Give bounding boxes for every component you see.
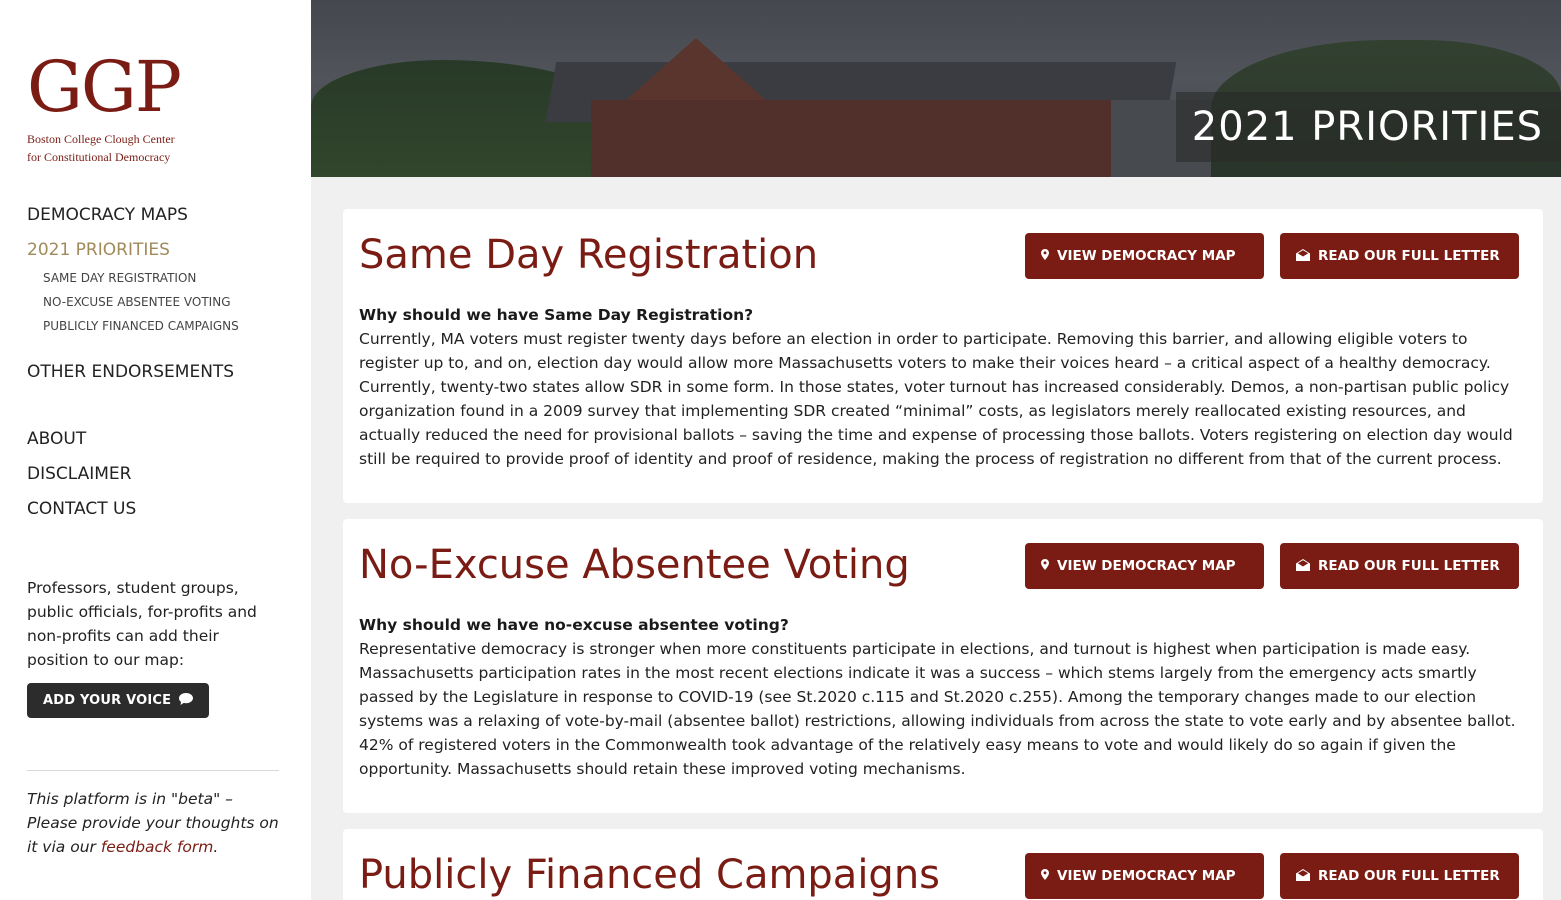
nav-contact-us[interactable]: CONTACT US xyxy=(27,497,287,521)
nav-2021-priorities[interactable]: 2021 PRIORITIES xyxy=(27,238,287,262)
nav-other-endorsements[interactable]: OTHER ENDORSEMENTS xyxy=(27,360,287,384)
view-democracy-map-button[interactable]: VIEW DEMOCRACY MAP xyxy=(1025,853,1264,899)
beta-notice-end: . xyxy=(213,838,219,856)
beta-notice: This platform is in "beta" – Please prov… xyxy=(27,787,281,859)
view-democracy-map-button[interactable]: VIEW DEMOCRACY MAP xyxy=(1025,543,1264,589)
feedback-form-link[interactable]: feedback form xyxy=(101,838,214,856)
view-democracy-map-label: VIEW DEMOCRACY MAP xyxy=(1057,248,1236,264)
nav-sub-publicly-financed-campaigns[interactable]: PUBLICLY FINANCED CAMPAIGNS xyxy=(43,314,287,338)
card-title: Publicly Financed Campaigns xyxy=(359,852,941,898)
priority-card-same-day-registration: Same Day Registration VIEW DEMOCRACY MAP… xyxy=(343,209,1543,503)
read-full-letter-button[interactable]: READ OUR FULL LETTER xyxy=(1280,853,1519,899)
map-pin-icon xyxy=(1041,869,1049,883)
read-full-letter-label: READ OUR FULL LETTER xyxy=(1318,868,1500,884)
header-banner: 2021 PRIORITIES xyxy=(311,0,1561,177)
logo-subtitle-line1: Boston College Clough Center xyxy=(27,132,175,146)
card-body: Representative democracy is stronger whe… xyxy=(359,640,1516,778)
add-voice-promo-text: Professors, student groups, public offic… xyxy=(27,579,257,669)
read-full-letter-label: READ OUR FULL LETTER xyxy=(1318,248,1500,264)
nav-sub-no-excuse-absentee-voting[interactable]: NO-EXCUSE ABSENTEE VOTING xyxy=(43,290,287,314)
envelope-open-icon xyxy=(1296,248,1310,264)
add-your-voice-button[interactable]: ADD YOUR VOICE xyxy=(27,683,210,718)
sidebar-divider xyxy=(27,770,279,771)
logo-subtitle-line2: for Constitutional Democracy xyxy=(27,150,171,164)
logo-mark: GGP xyxy=(27,46,182,128)
speech-bubble-icon xyxy=(179,692,194,709)
nav-sub-same-day-registration[interactable]: SAME DAY REGISTRATION xyxy=(43,266,287,290)
main-nav: DEMOCRACY MAPS 2021 PRIORITIES SAME DAY … xyxy=(27,203,287,521)
card-question: Why should we have Same Day Registration… xyxy=(359,306,754,324)
site-logo[interactable]: GGP Boston College Clough Center for Con… xyxy=(27,46,182,166)
view-democracy-map-label: VIEW DEMOCRACY MAP xyxy=(1057,868,1236,884)
view-democracy-map-button[interactable]: VIEW DEMOCRACY MAP xyxy=(1025,233,1264,279)
card-title: No-Excuse Absentee Voting xyxy=(359,542,910,588)
read-full-letter-button[interactable]: READ OUR FULL LETTER xyxy=(1280,233,1519,279)
sidebar: GGP Boston College Clough Center for Con… xyxy=(0,0,311,900)
card-question: Why should we have no-excuse absentee vo… xyxy=(359,616,789,634)
envelope-open-icon xyxy=(1296,558,1310,574)
card-title: Same Day Registration xyxy=(359,232,819,278)
read-full-letter-label: READ OUR FULL LETTER xyxy=(1318,558,1500,574)
view-democracy-map-label: VIEW DEMOCRACY MAP xyxy=(1057,558,1236,574)
nav-about[interactable]: ABOUT xyxy=(27,427,287,451)
page-title: 2021 PRIORITIES xyxy=(1175,92,1561,162)
nav-democracy-maps[interactable]: DEMOCRACY MAPS xyxy=(27,203,287,227)
add-your-voice-label: ADD YOUR VOICE xyxy=(43,693,172,708)
nav-disclaimer[interactable]: DISCLAIMER xyxy=(27,462,287,486)
priority-card-publicly-financed-campaigns: Publicly Financed Campaigns VIEW DEMOCRA… xyxy=(343,829,1543,900)
map-pin-icon xyxy=(1041,559,1049,573)
map-pin-icon xyxy=(1041,249,1049,263)
read-full-letter-button[interactable]: READ OUR FULL LETTER xyxy=(1280,543,1519,589)
envelope-open-icon xyxy=(1296,868,1310,884)
card-body: Currently, MA voters must register twent… xyxy=(359,330,1513,468)
priority-card-no-excuse-absentee-voting: No-Excuse Absentee Voting VIEW DEMOCRACY… xyxy=(343,519,1543,813)
